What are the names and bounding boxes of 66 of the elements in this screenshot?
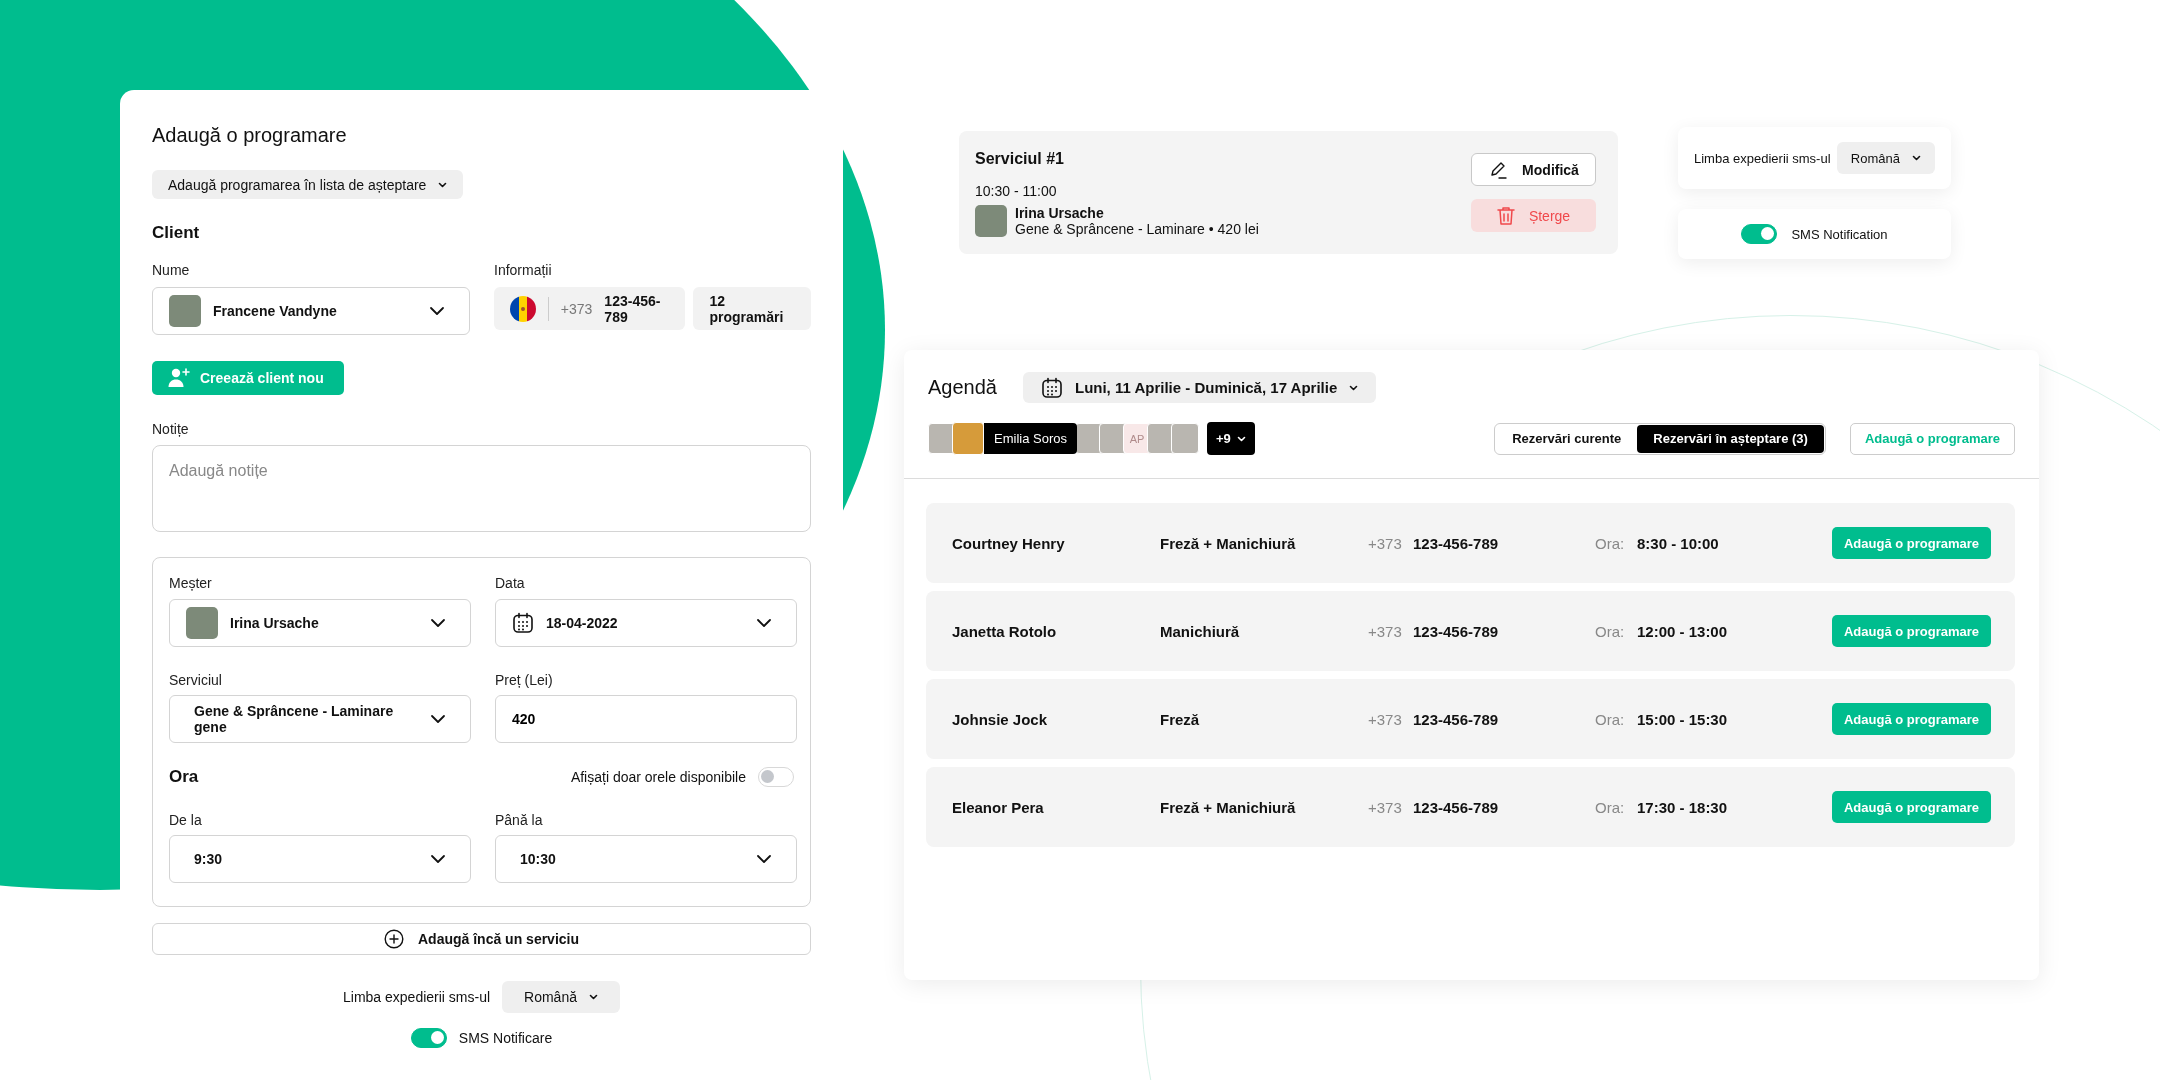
field-label: Limba expedierii sms-ul — [343, 989, 491, 1005]
price-field[interactable]: 420 — [495, 694, 797, 743]
date-dropdown[interactable]: 18-04-2022 — [495, 598, 797, 647]
master-name-label: Emilia Soros — [984, 423, 1077, 454]
date-range-dropdown[interactable]: Luni, 11 Aprilie - Duminică, 17 Aprilie — [1022, 372, 1377, 403]
field-label: Nume — [152, 261, 191, 280]
start-time-dropdown[interactable]: 9:30 — [169, 834, 471, 883]
field-label: Meșter — [169, 573, 213, 592]
language-dropdown[interactable]: Română — [502, 981, 620, 1013]
service-name: Freză — [1160, 710, 1201, 728]
field-label: Serviciul — [169, 670, 223, 689]
phone-prefix: +373 — [1368, 710, 1403, 728]
time-label: Ora: — [1595, 534, 1626, 552]
client-dropdown[interactable]: Francene Vandyne — [152, 287, 470, 336]
language-dropdown[interactable]: Română — [1836, 142, 1935, 174]
section-heading: Ora — [169, 766, 199, 787]
toggle-label: SMS Notification — [1791, 226, 1888, 242]
phone-prefix: +373 — [1368, 622, 1403, 640]
phone-number: 123-456-789 — [1413, 534, 1500, 552]
notes-field[interactable]: Adaugă notițe — [152, 445, 811, 532]
field-label: Notițe — [152, 421, 190, 438]
time-range: 12:00 - 13:00 — [1637, 622, 1729, 640]
master-dropdown[interactable]: Irina Ursache — [169, 598, 471, 647]
time-range: 15:00 - 15:30 — [1637, 710, 1729, 728]
agenda-title: Agendă — [928, 376, 997, 399]
phone-number: 123-456-789 — [1413, 622, 1500, 640]
master-name: Irina Ursache — [1015, 204, 1105, 221]
time-range: 8:30 - 10:00 — [1637, 534, 1720, 552]
service-title: Serviciul #1 — [975, 148, 1065, 169]
phone-number: 123-456-789 — [1413, 798, 1500, 816]
time-range: 10:30 - 11:00 — [975, 182, 1058, 199]
time-label: Ora: — [1595, 710, 1626, 728]
field-label: Informații — [494, 261, 553, 280]
form-title: Adaugă o programare — [152, 123, 348, 148]
service-name: Manichiură — [1160, 622, 1241, 640]
toggle-label: SMS Notificare — [458, 1030, 553, 1046]
client-name: Eleanor Pera — [952, 798, 1045, 816]
time-range: 17:30 - 18:30 — [1637, 798, 1729, 816]
phone-prefix: +373 — [560, 300, 593, 317]
service-name: Freză + Manichiură — [1160, 798, 1297, 816]
client-name: Courtney Henry — [952, 534, 1066, 552]
edit-button[interactable]: Modifică — [1471, 153, 1596, 186]
service-name: Freză + Manichiură — [1160, 534, 1297, 552]
field-label: Limba expedierii sms-ul — [1694, 150, 1831, 166]
phone-prefix: +373 — [1368, 798, 1403, 816]
client-name: Janetta Rotolo — [952, 622, 1058, 640]
client-name: Johnsie Jock — [952, 710, 1049, 728]
waitlist-dropdown[interactable]: Adaugă programarea în lista de așteptare — [152, 170, 464, 200]
phone-prefix: +373 — [1368, 534, 1403, 552]
appointment-count: 12 programări — [693, 287, 811, 331]
end-time-dropdown[interactable]: 10:30 — [495, 834, 797, 883]
field-label: De la — [169, 810, 203, 829]
field-label: Data — [495, 573, 526, 592]
toggle-label: Afișați doar orele disponibile — [570, 768, 746, 785]
phone-number: 123-456-789 — [1413, 710, 1500, 728]
field-label: Preț (Lei) — [495, 670, 554, 689]
field-label: Până la — [495, 810, 544, 829]
service-dropdown[interactable]: Gene & Sprâncene - Laminare gene — [169, 694, 471, 743]
section-heading: Client — [152, 222, 201, 245]
tab[interactable]: Rezervări în așteptare (3) — [1637, 424, 1824, 453]
phone-number: 123-456-789 — [604, 292, 662, 325]
more-masters-button[interactable]: +9 — [1206, 422, 1255, 455]
service-details: Gene & Sprâncene - Laminare • 420 lei — [1015, 220, 1259, 237]
time-label: Ora: — [1595, 798, 1626, 816]
time-label: Ora: — [1595, 622, 1626, 640]
add-service-button[interactable]: Adaugă încă un serviciu — [152, 922, 811, 955]
